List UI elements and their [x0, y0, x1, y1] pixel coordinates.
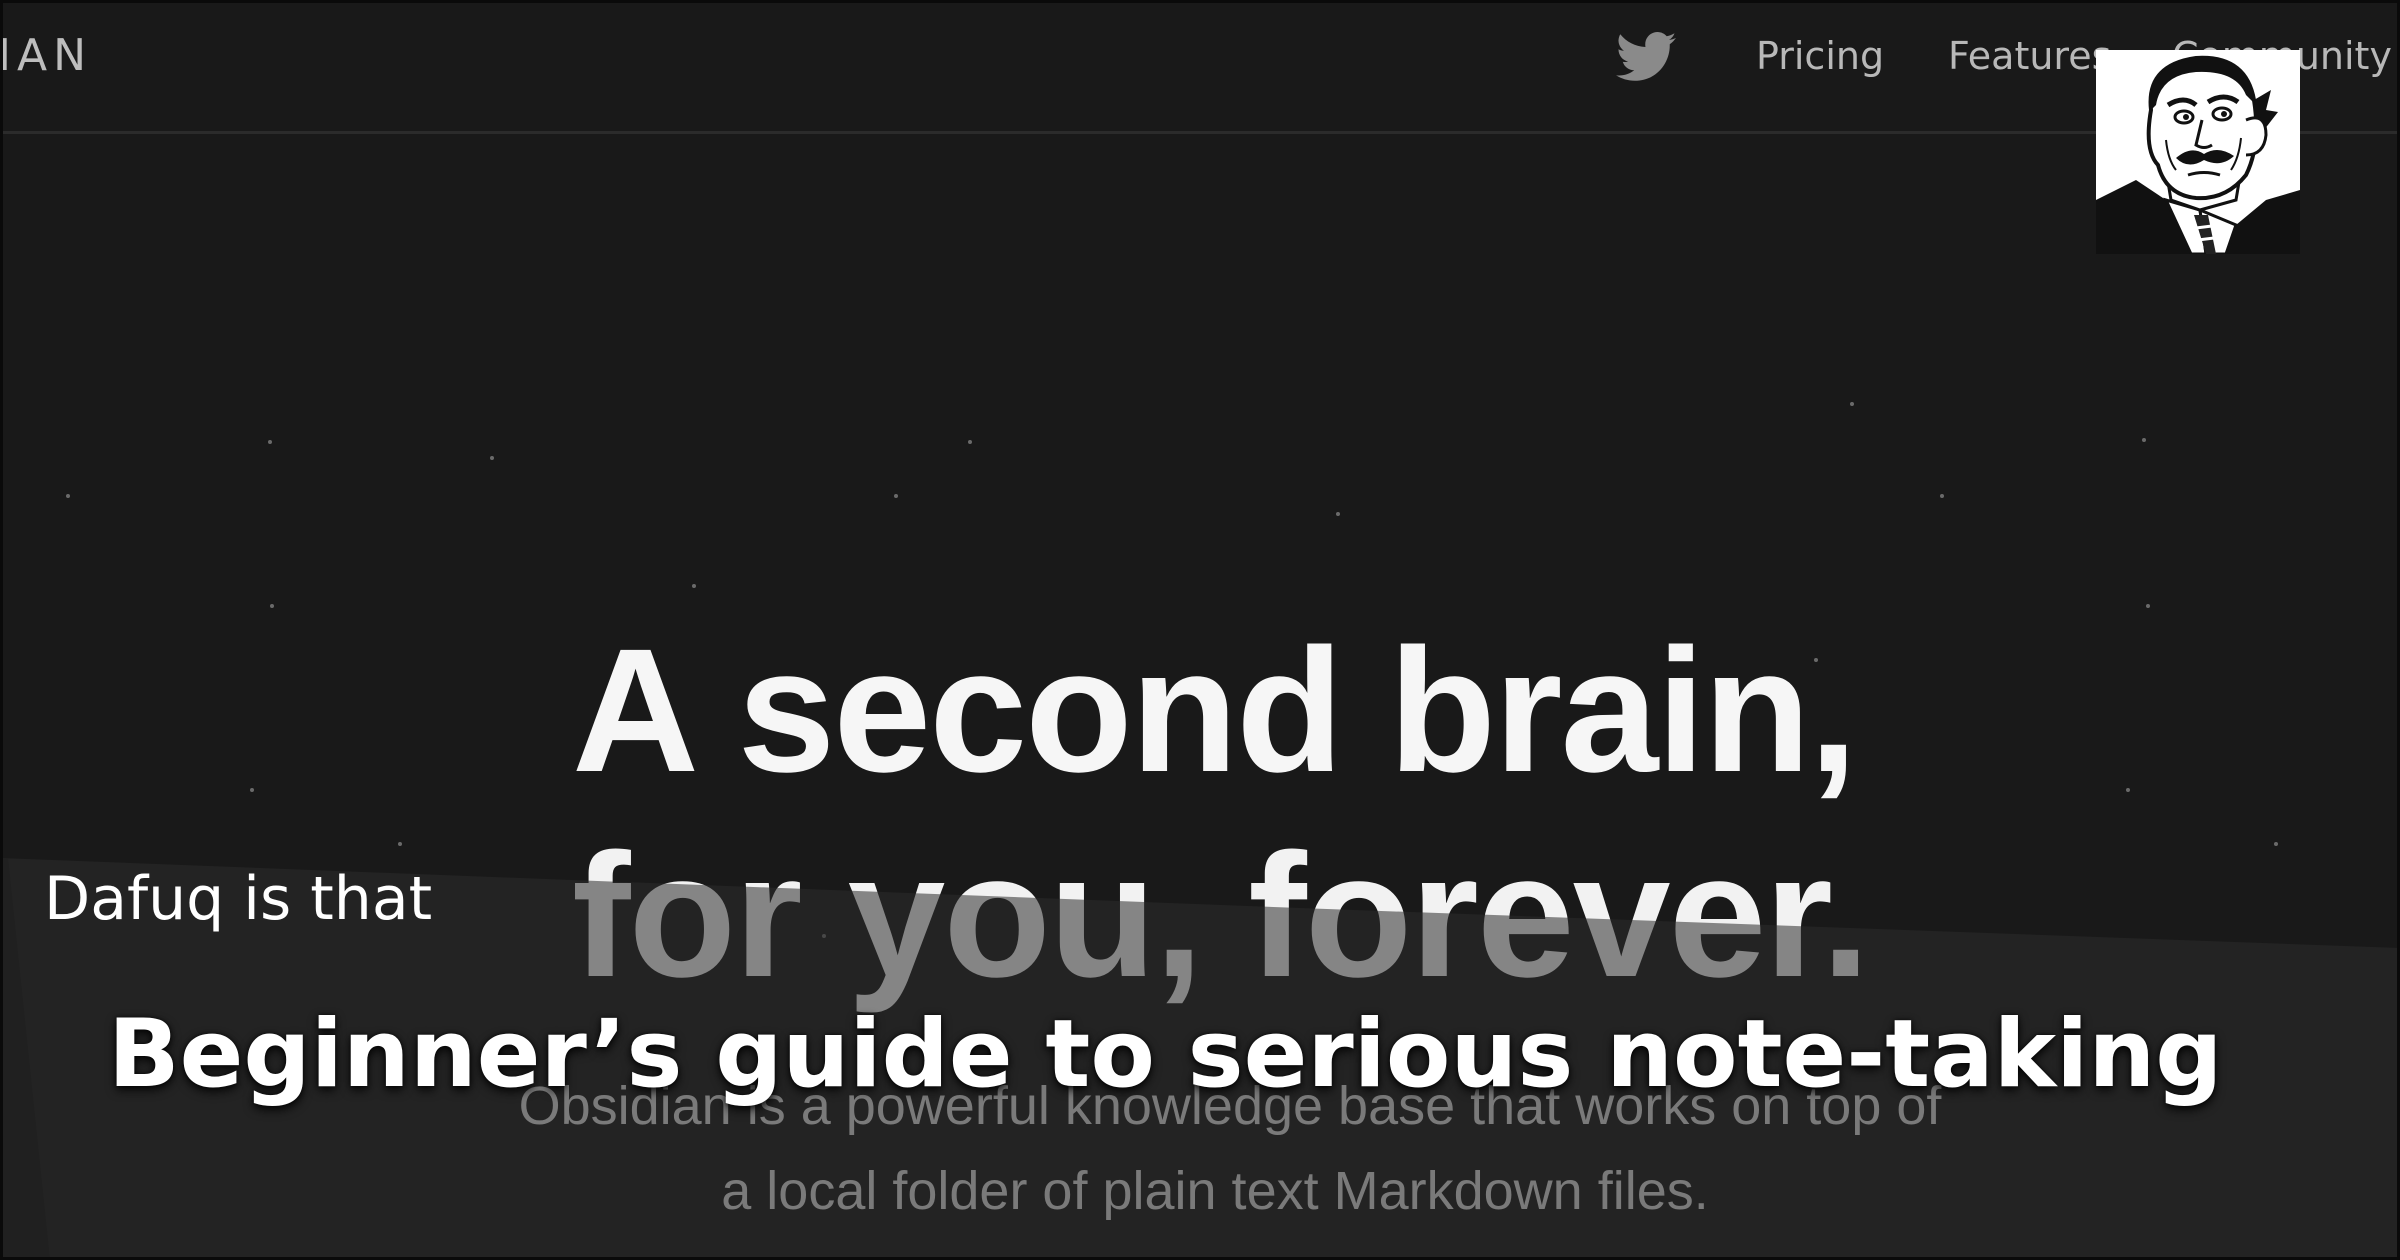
star [894, 494, 898, 498]
meme-face-image [2096, 50, 2300, 254]
star [1336, 512, 1340, 516]
page: IAN Pricing Features Community [0, 0, 2400, 1260]
hero-title-line-2: for you, forever. [572, 818, 1870, 1014]
star [968, 440, 972, 444]
star [2142, 438, 2146, 442]
star [490, 456, 494, 460]
meme-caption-title: Beginner’s guide to serious note-taking [108, 1000, 2223, 1109]
star [398, 842, 402, 846]
star [250, 788, 254, 792]
top-navbar: IAN Pricing Features Community [0, 0, 2400, 134]
star [2274, 842, 2278, 846]
star [1940, 494, 1944, 498]
hero-title-line-1: A second brain, [572, 613, 1858, 809]
hero-subtitle-line-2: a local folder of plain text Markdown fi… [721, 1161, 1709, 1221]
nav-link-pricing[interactable]: Pricing [1756, 34, 1884, 78]
star [1850, 402, 1854, 406]
star [270, 604, 274, 608]
meme-caption-small: Dafuq is that [44, 864, 433, 934]
star [66, 494, 70, 498]
star [2126, 788, 2130, 792]
nav-link-features[interactable]: Features [1948, 34, 2111, 78]
star [268, 440, 272, 444]
brand-logo-text[interactable]: IAN [0, 30, 92, 81]
star [692, 584, 696, 588]
twitter-icon[interactable] [1616, 32, 1676, 82]
star [2146, 604, 2150, 608]
